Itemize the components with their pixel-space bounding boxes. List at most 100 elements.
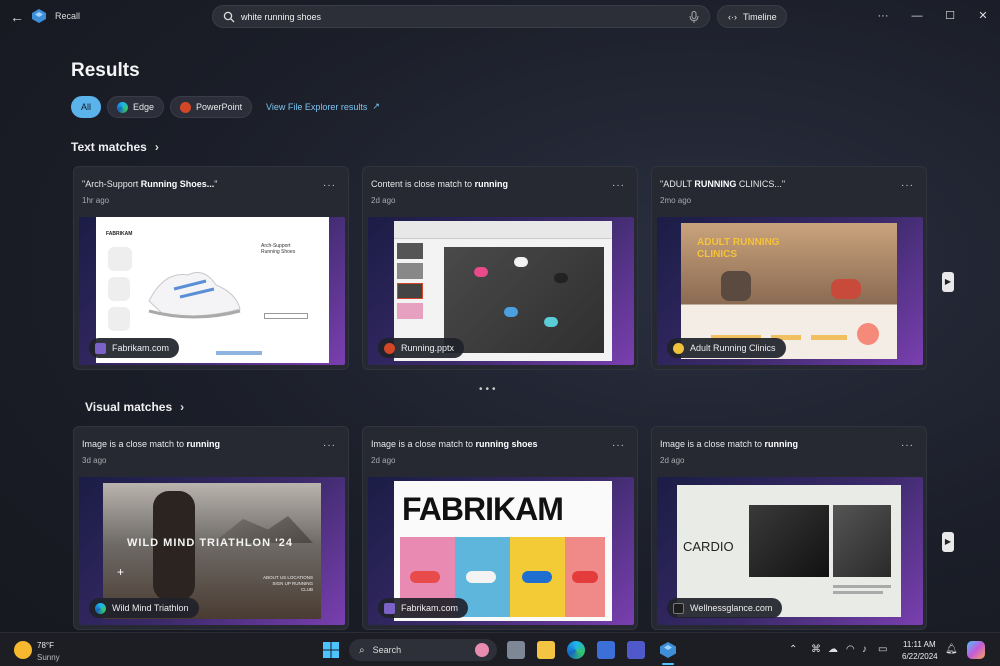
more-options-icon[interactable]: ··· [612, 440, 625, 451]
edge-icon[interactable] [567, 641, 585, 659]
visual-match-card[interactable]: Image is a close match to running 3d ago… [73, 426, 349, 630]
ribbon-toolbar [394, 221, 612, 239]
clinics-headline: ADULT RUNNING CLINICS [697, 237, 780, 260]
fabrikam-icon [95, 342, 106, 354]
minimize-icon[interactable]: — [910, 9, 924, 23]
fabrikam-logo-text: FABRIKAM [402, 491, 564, 527]
cloud-icon[interactable]: ☁ [828, 644, 838, 655]
screenshot-thumbnail: CARDIO Wellnessglance.com [657, 477, 923, 625]
active-app-indicator [662, 663, 674, 665]
recall-app-icon[interactable] [659, 641, 677, 659]
microphone-icon[interactable] [689, 11, 699, 23]
timeline-button[interactable]: ‹·› Timeline [717, 5, 787, 28]
search-input[interactable]: white running shoes [212, 5, 710, 28]
view-file-explorer-link[interactable]: View File Explorer results ↗ [266, 101, 380, 112]
source-pill[interactable]: Fabrikam.com [89, 338, 180, 358]
visual-match-card[interactable]: Image is a close match to running shoes … [362, 426, 638, 630]
more-options-icon[interactable]: ··· [901, 180, 914, 191]
visual-match-card[interactable]: Image is a close match to running 2d ago… [651, 426, 927, 630]
screenshot-thumbnail: ADULT RUNNING CLINICS Adult Running Clin… [657, 217, 923, 365]
screenshot-thumbnail: FABRIKAM Fabrikam.com [368, 477, 634, 625]
windows-start-icon[interactable] [322, 641, 340, 659]
screenshot-thumbnail: FABRIKAM Arch-Support Running Shoes Fabr… [79, 217, 345, 365]
card-timestamp: 2d ago [371, 456, 396, 465]
chevron-up-icon[interactable]: ⌃ [789, 644, 797, 655]
card-timestamp: 2mo ago [660, 196, 692, 205]
file-explorer-link-label: View File Explorer results [266, 101, 368, 112]
card-caption: Image is a close match to running [660, 439, 799, 449]
shoe-thumb [108, 277, 130, 301]
plus-icon: + [117, 565, 125, 579]
filter-edge[interactable]: Edge [107, 96, 165, 118]
source-pill[interactable]: Fabrikam.com [378, 598, 469, 618]
cardio-heading: CARDIO [683, 539, 734, 554]
scroll-right-button[interactable]: ▶ [942, 272, 954, 292]
more-options-icon[interactable]: ··· [876, 9, 890, 23]
filter-powerpoint[interactable]: PowerPoint [170, 96, 253, 118]
close-icon[interactable]: ✕ [976, 9, 990, 23]
yellow-circle-icon [673, 342, 684, 354]
product-title: Arch-Support Running Shoes [261, 243, 296, 255]
more-options-icon[interactable]: ··· [323, 440, 336, 451]
wifi-icon[interactable]: ◠ [846, 644, 855, 655]
filter-chips: All Edge PowerPoint [71, 96, 253, 118]
search-query-text: white running shoes [241, 12, 322, 22]
back-arrow-icon[interactable]: ← [8, 8, 26, 26]
text-matches-title: Text matches [71, 140, 147, 154]
clock-time[interactable]: 11:11 AM [903, 640, 936, 649]
text-match-card[interactable]: Content is close match to running 2d ago… [362, 166, 638, 370]
source-label: Wellnessglance.com [690, 603, 773, 613]
source-pill[interactable]: Wellnessglance.com [667, 598, 783, 618]
more-options-icon[interactable]: ··· [901, 440, 914, 451]
screenshot-thumbnail: Running.pptx [368, 217, 634, 365]
filter-edge-label: Edge [133, 102, 155, 112]
text-matches-heading[interactable]: Text matches › [71, 140, 159, 154]
source-pill[interactable]: Wild Mind Triathlon [89, 598, 199, 618]
source-pill[interactable]: Running.pptx [378, 338, 465, 358]
slide-thumbnails [397, 243, 423, 353]
shoe-thumb [108, 247, 132, 271]
taskbar-search-label: Search [372, 645, 402, 655]
card-timestamp: 3d ago [82, 456, 107, 465]
battery-icon[interactable]: ▭ [878, 644, 887, 655]
search-highlight-icon [475, 643, 489, 657]
file-explorer-icon[interactable] [537, 641, 555, 659]
filter-powerpoint-label: PowerPoint [196, 102, 243, 112]
filter-all[interactable]: All [71, 96, 102, 118]
more-options-icon[interactable]: ··· [323, 180, 336, 191]
card-caption: Content is close match to running [371, 179, 509, 189]
taskbar: 78°F Sunny ⌕ Search ⌃ ⌘ ☁ ◠ ♪ ▭ 11:11 AM… [0, 632, 1000, 666]
search-icon [223, 11, 235, 23]
network-icon[interactable]: ⌘ [811, 644, 821, 655]
notification-bell-icon[interactable]: 🔔︎ [945, 644, 958, 655]
task-view-icon[interactable] [507, 641, 525, 659]
weather-description[interactable]: Sunny [37, 653, 60, 662]
maximize-icon[interactable]: ☐ [943, 9, 957, 23]
source-label: Running.pptx [401, 343, 455, 353]
store-icon[interactable] [597, 641, 615, 659]
shoe-thumb [108, 307, 130, 331]
pagination-dots[interactable]: ••• [479, 384, 499, 395]
filter-all-label: All [81, 102, 92, 112]
text-match-card[interactable]: "Arch-Support Running Shoes..." 1hr ago … [73, 166, 349, 370]
visual-matches-title: Visual matches [85, 400, 173, 414]
taskbar-search[interactable]: ⌕ Search [349, 639, 497, 661]
scroll-right-button[interactable]: ▶ [942, 532, 954, 552]
source-pill[interactable]: Adult Running Clinics [667, 338, 786, 358]
visual-matches-heading[interactable]: Visual matches › [85, 400, 184, 414]
slide-photo-runners [444, 247, 604, 353]
search-icon: ⌕ [359, 644, 365, 656]
source-label: Fabrikam.com [112, 343, 170, 353]
sun-icon[interactable] [14, 641, 32, 659]
weather-temperature[interactable]: 78°F [37, 641, 54, 650]
teams-icon[interactable] [627, 641, 645, 659]
clock-date[interactable]: 6/22/2024 [902, 652, 938, 661]
results-heading: Results [71, 60, 140, 81]
volume-icon[interactable]: ♪ [862, 644, 867, 655]
copilot-icon[interactable] [967, 641, 985, 659]
more-options-icon[interactable]: ··· [612, 180, 625, 191]
white-shoe-image [148, 272, 241, 319]
open-external-icon: ↗ [372, 101, 380, 111]
text-match-card[interactable]: "ADULT RUNNING CLINICS..." 2mo ago ··· A… [651, 166, 927, 370]
triathlon-headline: WILD MIND TRIATHLON '24 [127, 537, 293, 549]
